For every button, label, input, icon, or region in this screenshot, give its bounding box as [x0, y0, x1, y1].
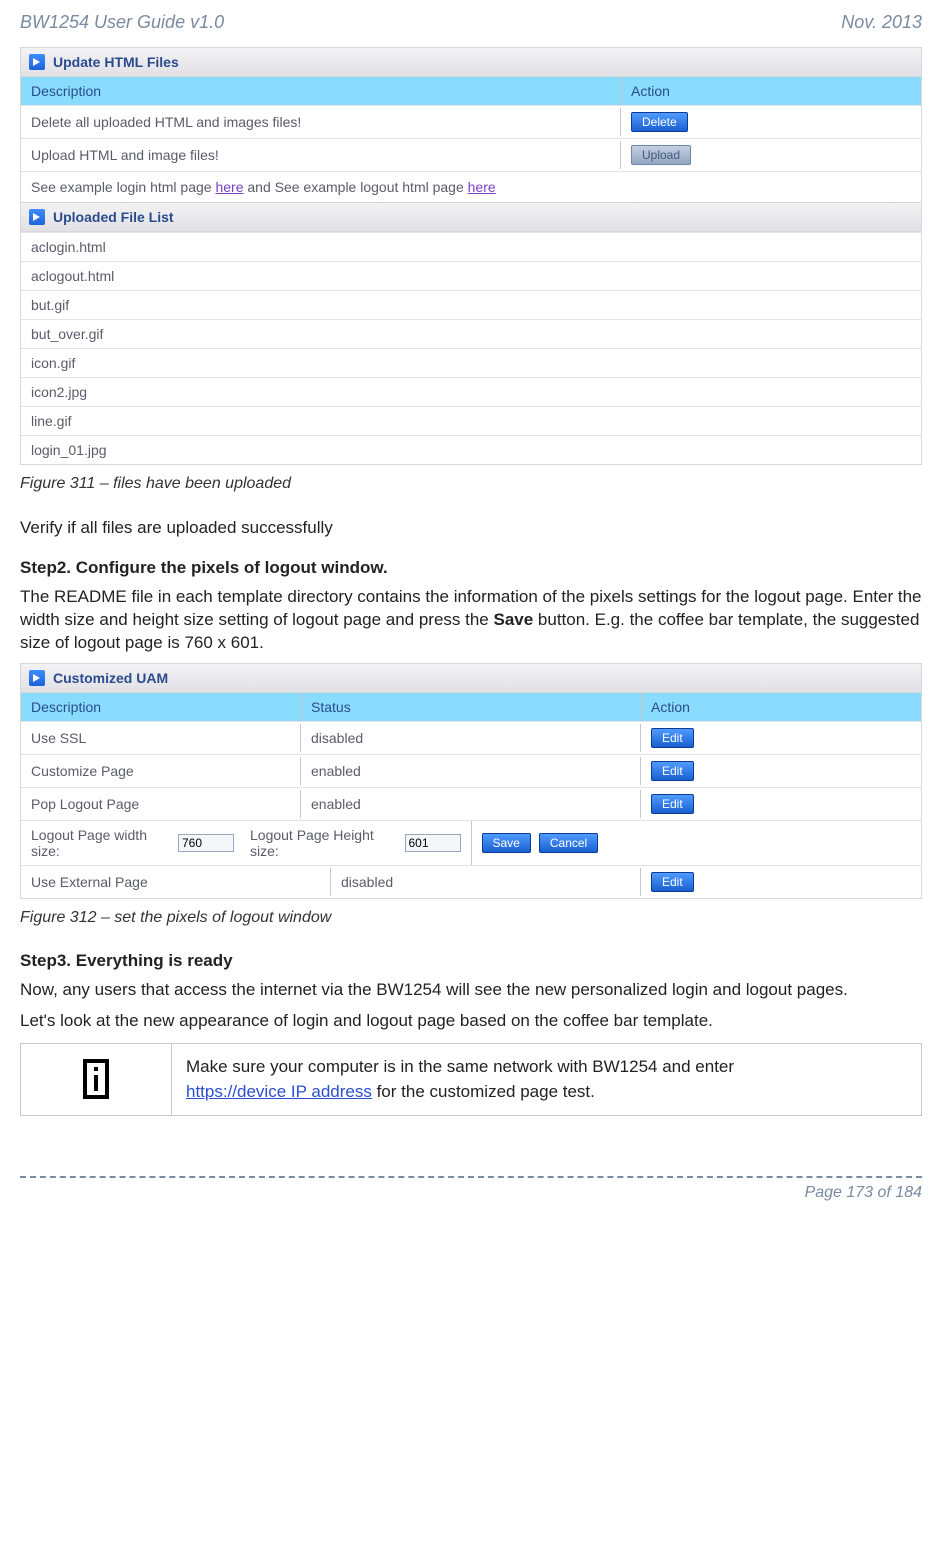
arrow-icon — [29, 209, 45, 225]
col-description: Description — [21, 693, 301, 721]
table-head-uam: Description Status Action — [21, 693, 921, 721]
edit-button[interactable]: Edit — [651, 794, 694, 814]
step3-p1: Now, any users that access the internet … — [20, 979, 922, 1002]
arrow-icon — [29, 670, 45, 686]
example-mid: and See example logout html page — [243, 179, 467, 195]
info-icon — [83, 1059, 109, 1099]
list-item: but_over.gif — [21, 319, 921, 348]
width-input[interactable] — [178, 834, 234, 852]
step3-p2: Let's look at the new appearance of logi… — [20, 1010, 922, 1033]
page-number: Page 173 of 184 — [20, 1178, 922, 1208]
row-action: Edit — [641, 722, 921, 754]
row-action: Edit — [641, 866, 921, 898]
row-desc: Use SSL — [21, 724, 301, 752]
row-status: disabled — [331, 868, 641, 896]
list-item: icon.gif — [21, 348, 921, 377]
step3-heading: Step3. Everything is ready — [20, 951, 922, 971]
col-action: Action — [621, 77, 921, 105]
panel-title-uam: Customized UAM — [53, 670, 168, 686]
note-icon-cell — [21, 1044, 172, 1115]
table-row: Upload HTML and image files! Upload — [21, 138, 921, 171]
upload-button[interactable]: Upload — [631, 145, 691, 165]
logout-size-row: Logout Page width size: Logout Page Heig… — [21, 820, 921, 865]
example-prefix: See example login html page — [31, 179, 215, 195]
row-desc: Delete all uploaded HTML and images file… — [21, 108, 621, 136]
list-item: icon2.jpg — [21, 377, 921, 406]
save-button[interactable]: Save — [482, 833, 531, 853]
row-desc: Use External Page — [21, 868, 331, 896]
row-status: enabled — [301, 790, 641, 818]
panel-header-filelist: Uploaded File List — [21, 202, 921, 232]
edit-button[interactable]: Edit — [651, 761, 694, 781]
step2-text: The README file in each template directo… — [20, 586, 922, 655]
col-description: Description — [21, 77, 621, 105]
width-label: Logout Page width size: — [31, 827, 172, 859]
figure-caption-312: Figure 312 – set the pixels of logout wi… — [20, 909, 922, 927]
panel-title-update: Update HTML Files — [53, 54, 179, 70]
table-row: Use External Page disabled Edit — [21, 865, 921, 898]
note-after: for the customized page test. — [372, 1082, 595, 1101]
panel-title-filelist: Uploaded File List — [53, 209, 174, 225]
list-item: aclogout.html — [21, 261, 921, 290]
table-row: Delete all uploaded HTML and images file… — [21, 105, 921, 138]
note-text: Make sure your computer is in the same n… — [172, 1044, 921, 1115]
link-login-example[interactable]: here — [215, 179, 243, 195]
note-box: Make sure your computer is in the same n… — [20, 1043, 922, 1116]
col-status: Status — [301, 693, 641, 721]
panel-customized-uam: Customized UAM Description Status Action… — [20, 663, 922, 899]
row-action: Edit — [641, 788, 921, 820]
file-list: aclogin.html aclogout.html but.gif but_o… — [21, 232, 921, 464]
link-logout-example[interactable]: here — [468, 179, 496, 195]
panel-header-uam: Customized UAM — [21, 664, 921, 693]
cancel-button[interactable]: Cancel — [539, 833, 598, 853]
example-text: See example login html page here and See… — [21, 173, 921, 201]
table-row: Customize Page enabled Edit — [21, 754, 921, 787]
list-item: login_01.jpg — [21, 435, 921, 464]
panel-update-html: Update HTML Files Description Action Del… — [20, 47, 922, 465]
table-head-update: Description Action — [21, 77, 921, 105]
row-status: disabled — [301, 724, 641, 752]
example-row: See example login html page here and See… — [21, 171, 921, 202]
arrow-icon — [29, 54, 45, 70]
col-action: Action — [641, 693, 921, 721]
row-desc: Upload HTML and image files! — [21, 141, 621, 169]
height-pair: Logout Page Height size: — [250, 827, 461, 859]
verify-text: Verify if all files are uploaded success… — [20, 517, 922, 540]
row-desc: Pop Logout Page — [21, 790, 301, 818]
row-action: Upload — [621, 139, 921, 171]
note-line1: Make sure your computer is in the same n… — [186, 1057, 734, 1076]
row-action: Edit — [641, 755, 921, 787]
list-item: but.gif — [21, 290, 921, 319]
edit-button[interactable]: Edit — [651, 872, 694, 892]
logout-actions: Save Cancel — [472, 827, 922, 859]
doc-date: Nov. 2013 — [841, 12, 922, 33]
height-label: Logout Page Height size: — [250, 827, 399, 859]
step2-heading: Step2. Configure the pixels of logout wi… — [20, 558, 922, 578]
table-row: Use SSL disabled Edit — [21, 721, 921, 754]
list-item: line.gif — [21, 406, 921, 435]
row-status: enabled — [301, 757, 641, 785]
delete-button[interactable]: Delete — [631, 112, 688, 132]
figure-caption-311: Figure 311 – files have been uploaded — [20, 475, 922, 493]
row-desc: Customize Page — [21, 757, 301, 785]
doc-title: BW1254 User Guide v1.0 — [20, 12, 224, 33]
row-action: Delete — [621, 106, 921, 138]
height-input[interactable] — [405, 834, 461, 852]
table-row: Pop Logout Page enabled Edit — [21, 787, 921, 820]
panel-header-update: Update HTML Files — [21, 48, 921, 77]
step2-save-word: Save — [493, 610, 533, 629]
edit-button[interactable]: Edit — [651, 728, 694, 748]
width-pair: Logout Page width size: — [31, 827, 234, 859]
device-ip-link[interactable]: https://device IP address — [186, 1082, 372, 1101]
list-item: aclogin.html — [21, 232, 921, 261]
